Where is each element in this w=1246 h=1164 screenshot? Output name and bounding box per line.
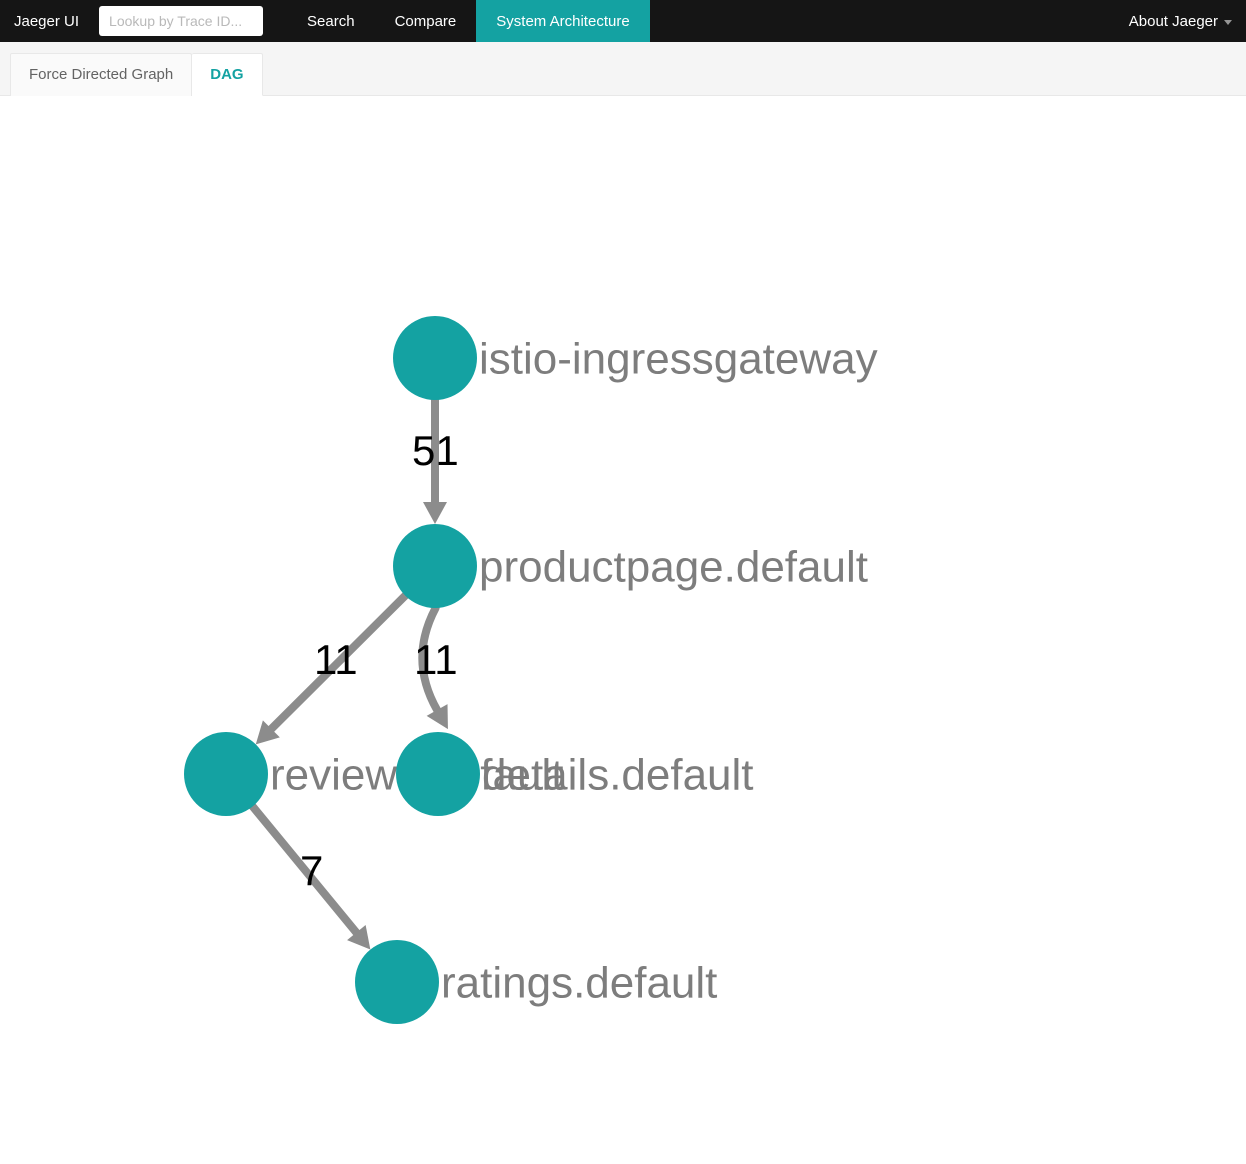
- trace-id-input[interactable]: [99, 6, 263, 36]
- tabs-bar: Force Directed Graph DAG: [0, 42, 1246, 96]
- dag-node-label: productpage.default: [479, 543, 868, 592]
- dag-edge-weight: 7: [300, 847, 323, 894]
- dag-svg[interactable]: 51 11 11 7 istio-ingressgateway productpage.d…: [0, 96, 1246, 1156]
- brand-title[interactable]: Jaeger UI: [14, 13, 79, 30]
- dag-node-label: details.default: [482, 751, 754, 800]
- dag-canvas[interactable]: 51 11 11 7 istio-ingressgateway productpage.d…: [0, 96, 1246, 1156]
- tab-dag[interactable]: DAG: [192, 53, 262, 96]
- dag-edge-weight: 11: [414, 636, 458, 683]
- nav-search[interactable]: Search: [287, 0, 375, 42]
- dag-edge-arrow: [423, 502, 447, 524]
- top-nav: Jaeger UI Search Compare System Architec…: [0, 0, 1246, 42]
- nav-links: Search Compare System Architecture: [287, 0, 650, 42]
- dag-node[interactable]: [393, 524, 477, 608]
- dag-node-label: ratings.default: [441, 959, 717, 1008]
- dag-node[interactable]: [393, 316, 477, 400]
- dag-edge-weight: 11: [314, 636, 358, 683]
- dag-node[interactable]: [184, 732, 268, 816]
- nav-system-architecture[interactable]: System Architecture: [476, 0, 649, 42]
- dag-node-label: istio-ingressgateway: [479, 335, 878, 384]
- dag-edge-weight: 51: [412, 427, 459, 474]
- dag-node[interactable]: [396, 732, 480, 816]
- dag-node[interactable]: [355, 940, 439, 1024]
- nav-compare[interactable]: Compare: [375, 0, 477, 42]
- tab-force-directed-graph[interactable]: Force Directed Graph: [10, 53, 192, 96]
- chevron-down-icon: [1224, 20, 1232, 25]
- about-jaeger-label: About Jaeger: [1129, 13, 1218, 30]
- about-jaeger-dropdown[interactable]: About Jaeger: [1129, 13, 1232, 30]
